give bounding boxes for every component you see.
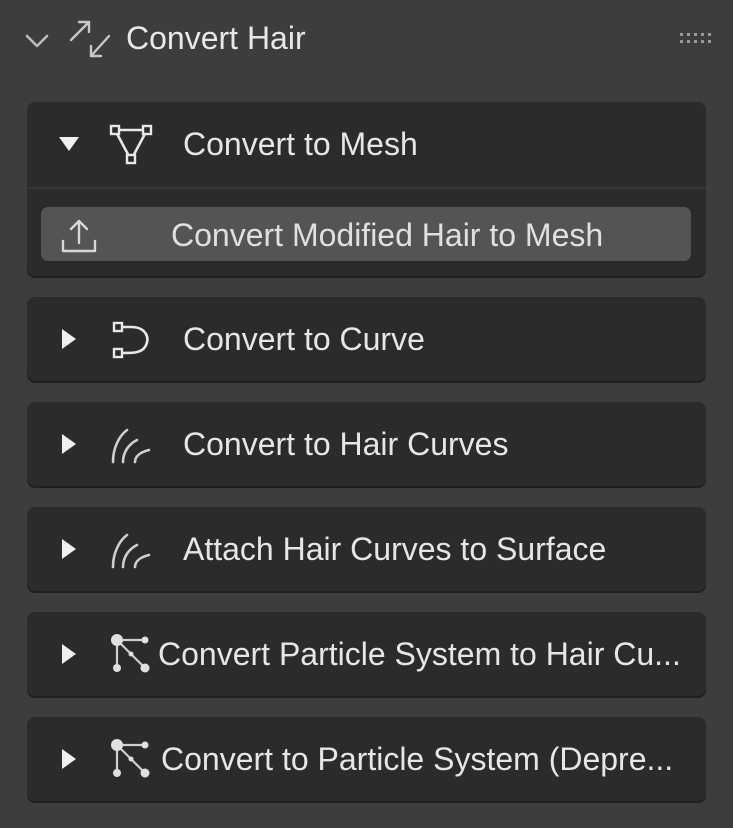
triangle-right-icon[interactable] [57, 642, 81, 666]
subpanel-convert-particle-system-to-hair-curves[interactable]: Convert Particle System to Hair Cu... [27, 612, 706, 696]
subpanel-convert-to-particle-system[interactable]: Convert to Particle System (Depre... [27, 717, 706, 801]
subpanel-header-to-particle-system[interactable]: Convert to Particle System (Depre... [27, 717, 706, 801]
subpanel-attach-hair-curves-to-surface[interactable]: Attach Hair Curves to Surface [27, 507, 706, 591]
triangle-down-icon[interactable] [57, 132, 81, 156]
subpanel-convert-to-curve[interactable]: Convert to Curve [27, 297, 706, 381]
subpanel-label: Convert to Mesh [183, 126, 418, 162]
chevron-down-icon[interactable] [22, 26, 52, 56]
export-upload-icon [61, 219, 97, 253]
panel-title: Convert Hair [126, 20, 306, 56]
divider [27, 187, 706, 189]
subpanel-label: Convert Particle System to Hair Cu... [158, 636, 681, 672]
mesh-triangle-icon [109, 124, 153, 165]
curve-bezier-icon [112, 321, 149, 359]
triangle-right-icon[interactable] [57, 537, 81, 561]
drag-grip-icon[interactable] [679, 31, 711, 45]
subpanel-header-convert-to-hair-curves[interactable]: Convert to Hair Curves [27, 402, 706, 486]
subpanel-header-convert-to-curve[interactable]: Convert to Curve [27, 297, 706, 381]
particles-icon [111, 634, 150, 673]
button-label: Convert Modified Hair to Mesh [171, 217, 604, 253]
convert-hair-panel: Convert Hair Convert to Mesh Convert Mod… [0, 0, 733, 828]
subpanel-label: Convert to Curve [183, 321, 425, 357]
triangle-right-icon[interactable] [57, 432, 81, 456]
triangle-right-icon[interactable] [57, 327, 81, 351]
subpanel-header-convert-to-mesh[interactable]: Convert to Mesh [27, 102, 706, 186]
subpanel-label: Attach Hair Curves to Surface [183, 531, 607, 567]
subpanel-convert-to-hair-curves[interactable]: Convert to Hair Curves [27, 402, 706, 486]
particles-icon [111, 739, 150, 778]
hair-curves-icon [111, 533, 151, 569]
convert-arrows-icon [69, 20, 111, 58]
triangle-right-icon[interactable] [57, 747, 81, 771]
subpanel-label: Convert to Particle System (Depre... [161, 741, 674, 777]
subpanel-header-particle-to-hair[interactable]: Convert Particle System to Hair Cu... [27, 612, 706, 696]
convert-modified-hair-to-mesh-button[interactable]: Convert Modified Hair to Mesh [40, 206, 692, 262]
subpanel-header-attach-hair-curves[interactable]: Attach Hair Curves to Surface [27, 507, 706, 591]
hair-curves-icon [111, 428, 151, 464]
panel-header[interactable]: Convert Hair [0, 0, 733, 80]
subpanel-convert-to-mesh: Convert to Mesh Convert Modified Hair to… [27, 102, 706, 276]
subpanel-label: Convert to Hair Curves [183, 426, 509, 462]
